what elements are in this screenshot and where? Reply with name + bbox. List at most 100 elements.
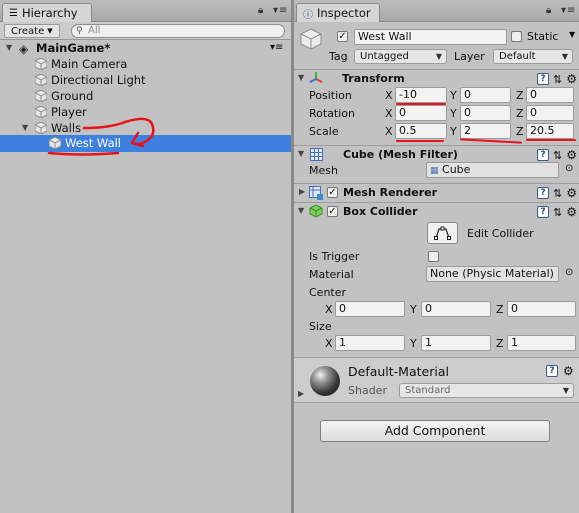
is-trigger-checkbox[interactable]	[428, 251, 439, 262]
layer-dropdown[interactable]: Default ▼	[493, 49, 573, 64]
annotation-underline	[526, 139, 576, 141]
mesh-filter-title: Cube (Mesh Filter)	[343, 148, 458, 161]
rotation-z-field[interactable]: 0	[526, 105, 574, 121]
mesh-renderer-title: Mesh Renderer	[343, 186, 438, 199]
static-checkbox[interactable]	[511, 31, 522, 42]
foldout-arrow-icon[interactable]: ▶	[298, 389, 304, 398]
center-y-field[interactable]: 0	[421, 301, 491, 317]
material-section: ▶ Default-Material Shader Standard ▼ ? ⚙	[294, 358, 579, 402]
help-icon[interactable]: ?	[546, 365, 558, 377]
annotation-marks	[47, 117, 155, 156]
rotation-y-field[interactable]: 0	[460, 105, 511, 121]
size-z-field[interactable]: 1	[507, 335, 576, 351]
transform-axes-icon	[309, 71, 323, 88]
object-cube-icon	[300, 28, 322, 53]
static-label: Static	[527, 30, 559, 43]
scale-x-field[interactable]: 0.5	[395, 123, 447, 139]
annotation-underline	[459, 138, 523, 144]
pane-menu-icon[interactable]: ▾≡	[561, 5, 576, 16]
edit-collider-button[interactable]	[427, 222, 458, 244]
box-collider-enabled-checkbox[interactable]: ✓	[327, 206, 338, 217]
material-name: Default-Material	[348, 364, 449, 379]
physic-material-field[interactable]: None (Physic Material)	[426, 266, 559, 282]
material-label: Material	[309, 268, 354, 281]
preset-icon[interactable]: ⇅	[553, 73, 562, 86]
z-axis-label: Z	[516, 107, 524, 120]
center-x-field[interactable]: 0	[335, 301, 405, 317]
box-collider-icon	[309, 204, 323, 221]
size-label: Size	[309, 320, 332, 333]
lock-icon[interactable]: 🔒︎	[546, 5, 552, 16]
object-picker-icon[interactable]: ⊙	[565, 267, 573, 278]
layer-label: Layer	[454, 50, 485, 63]
tab-inspector[interactable]: ⓘ Inspector	[296, 3, 380, 22]
divider	[294, 402, 579, 403]
size-x-field[interactable]: 1	[335, 335, 405, 351]
mesh-renderer-header[interactable]: ▶ ✓ Mesh Renderer ? ⇅ ⚙	[294, 183, 579, 202]
x-axis-label: X	[325, 303, 333, 316]
x-axis-label: X	[385, 125, 393, 138]
help-icon[interactable]: ?	[537, 149, 550, 161]
scale-y-field[interactable]: 2	[460, 123, 511, 139]
shader-label: Shader	[348, 384, 387, 397]
gear-icon[interactable]: ⚙	[566, 205, 577, 219]
position-z-field[interactable]: 0	[526, 87, 574, 103]
foldout-arrow-icon[interactable]: ▼	[298, 149, 304, 158]
preset-icon[interactable]: ⇅	[553, 206, 562, 219]
active-checkbox[interactable]: ✓	[337, 31, 348, 42]
mesh-renderer-enabled-checkbox[interactable]: ✓	[327, 187, 338, 198]
chevron-down-icon: ▼	[561, 52, 568, 61]
mesh-icon: ▦	[430, 166, 439, 176]
inspector-tab-bar: ⓘ Inspector 🔒︎ ▾≡	[294, 0, 579, 22]
scale-z-field[interactable]: 20.5	[526, 123, 574, 139]
box-collider-title: Box Collider	[343, 205, 418, 218]
foldout-arrow-icon[interactable]: ▼	[298, 73, 304, 82]
gear-icon[interactable]: ⚙	[566, 148, 577, 162]
annotation-underline	[396, 140, 444, 142]
tag-label: Tag	[329, 50, 348, 63]
z-axis-label: Z	[496, 337, 504, 350]
help-icon[interactable]: ?	[537, 187, 550, 199]
transform-header[interactable]: ▼ Transform ? ⇅ ⚙	[294, 69, 579, 88]
x-axis-label: X	[385, 107, 393, 120]
object-name-field[interactable]: West Wall	[354, 29, 507, 45]
static-dropdown-icon[interactable]: ▼	[569, 30, 575, 39]
y-axis-label: Y	[450, 125, 457, 138]
gear-icon[interactable]: ⚙	[563, 364, 574, 378]
position-x-field[interactable]: -10	[395, 87, 447, 103]
box-collider-header[interactable]: ▼ ✓ Box Collider ? ⇅ ⚙	[294, 202, 579, 221]
preset-icon[interactable]: ⇅	[553, 149, 562, 162]
help-icon[interactable]: ?	[537, 206, 550, 218]
size-y-field[interactable]: 1	[421, 335, 491, 351]
mesh-object-field[interactable]: ▦ Cube	[426, 162, 559, 178]
tag-dropdown[interactable]: Untagged ▼	[354, 49, 447, 64]
tag-value: Untagged	[360, 51, 409, 62]
y-axis-label: Y	[450, 89, 457, 102]
preset-icon[interactable]: ⇅	[553, 187, 562, 200]
tab-inspector-label: Inspector	[317, 6, 371, 20]
rotation-label: Rotation	[309, 107, 356, 120]
x-axis-label: X	[385, 89, 393, 102]
help-icon[interactable]: ?	[537, 73, 550, 85]
mesh-renderer-icon	[309, 186, 323, 203]
y-axis-label: Y	[410, 337, 417, 350]
chevron-down-icon: ▼	[435, 52, 442, 61]
is-trigger-label: Is Trigger	[309, 250, 360, 263]
gear-icon[interactable]: ⚙	[566, 72, 577, 86]
foldout-arrow-icon[interactable]: ▶	[299, 187, 305, 196]
rotation-x-field[interactable]: 0	[395, 105, 447, 121]
inspector-panel: ⓘ Inspector 🔒︎ ▾≡ ✓ West Wall Static ▼ T…	[294, 0, 579, 513]
object-picker-icon[interactable]: ⊙	[565, 163, 573, 174]
position-y-field[interactable]: 0	[460, 87, 511, 103]
add-component-button[interactable]: Add Component	[320, 420, 550, 442]
annotation-underline	[396, 103, 446, 105]
mesh-grid-icon	[310, 148, 323, 164]
scale-label: Scale	[309, 125, 339, 138]
gear-icon[interactable]: ⚙	[566, 186, 577, 200]
center-label: Center	[309, 286, 347, 299]
foldout-arrow-icon[interactable]: ▼	[298, 206, 304, 215]
position-label: Position	[309, 89, 352, 102]
z-axis-label: Z	[516, 125, 524, 138]
shader-dropdown[interactable]: Standard ▼	[399, 383, 574, 398]
center-z-field[interactable]: 0	[507, 301, 576, 317]
